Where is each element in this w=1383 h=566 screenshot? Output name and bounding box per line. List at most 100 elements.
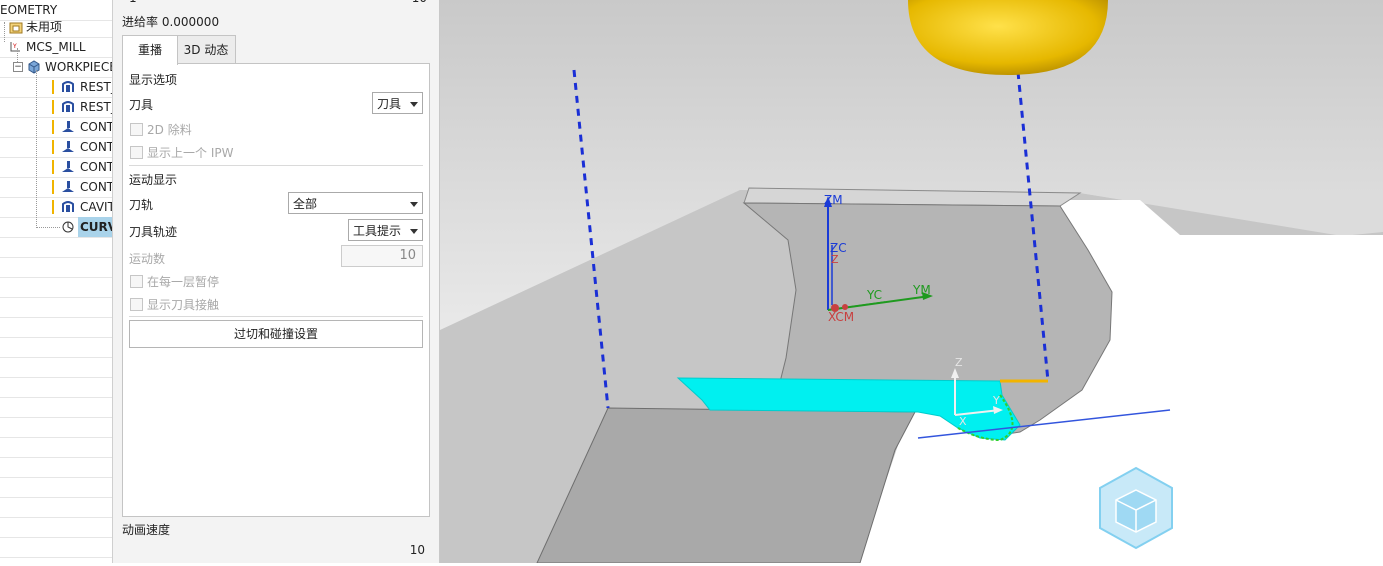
tree-item-label: REST_ — [80, 100, 112, 114]
tree-item-operation[interactable]: CONT — [0, 117, 112, 138]
rest-mill-icon — [61, 80, 75, 94]
zm-axis-label: ZM — [824, 193, 843, 207]
status-marker-icon — [52, 180, 54, 194]
tree-item-label: CONT — [80, 180, 113, 194]
pause-each-layer-checkbox[interactable] — [130, 275, 143, 288]
chevron-down-icon — [410, 202, 418, 207]
tree-empty-row — [0, 297, 112, 318]
tree-item-label: CONT — [80, 140, 113, 154]
tab-label: 重播 — [137, 43, 162, 57]
motion-count-field[interactable]: 10 — [341, 245, 423, 267]
yc-axis-label: YC — [866, 288, 882, 302]
tree-empty-row — [0, 277, 112, 298]
field-value: 10 — [399, 248, 416, 263]
show-prev-ipw-label: 显示上一个 IPW — [147, 146, 234, 160]
xcm-axis-label: XCM — [828, 310, 854, 324]
tool-x-label: X — [959, 415, 967, 428]
tree-empty-row — [0, 257, 112, 278]
viewport-canvas: ZM ZC Z YC YM XCM Z Y X — [440, 0, 1383, 564]
tree-empty-row — [0, 337, 112, 358]
select-value: 刀具 — [377, 97, 402, 111]
status-marker-icon — [52, 200, 54, 214]
overcut-collision-settings-button[interactable]: 过切和碰撞设置 — [129, 320, 423, 348]
tree-connector — [17, 48, 18, 62]
slider-min-label: 1 — [129, 0, 137, 5]
tree-item-label: CURV — [78, 217, 112, 237]
tool-y-label: Y — [992, 394, 1000, 407]
path-label: 刀轨 — [129, 198, 154, 212]
tab-3d-dynamic[interactable]: 3D 动态 — [176, 35, 236, 64]
tree-item-operation[interactable]: CONT — [0, 177, 112, 198]
chevron-down-icon — [410, 229, 418, 234]
slider-max-label: 10 — [412, 0, 427, 5]
cavity-mill-icon — [61, 200, 75, 214]
tree-empty-row — [0, 517, 112, 538]
remove-2d-label: 2D 除料 — [147, 123, 192, 137]
show-prev-ipw-checkbox[interactable] — [130, 146, 143, 159]
motion-display-heading: 运动显示 — [129, 173, 178, 187]
display-options-heading: 显示选项 — [129, 73, 178, 87]
status-marker-icon — [52, 160, 54, 174]
tree-empty-row — [0, 377, 112, 398]
tab-replay[interactable]: 重播 — [122, 35, 178, 65]
workpiece-icon — [27, 60, 41, 74]
ym-axis-label: YM — [912, 283, 931, 297]
status-marker-icon — [52, 140, 54, 154]
toolpath-visualization-dialog: 1 10 进给率 0.000000 重播 3D 动态 显示选项 刀具 刀具 2D… — [113, 0, 440, 563]
tree-item-operation[interactable]: REST_ — [0, 77, 112, 98]
graphics-viewport[interactable]: ZM ZC Z YC YM XCM Z Y X — [440, 0, 1383, 564]
tree-connector — [36, 227, 60, 228]
feed-rate-readout: 进给率 0.000000 — [122, 15, 220, 29]
curve-mill-icon — [61, 220, 75, 234]
tool-track-label: 刀具轨迹 — [129, 225, 178, 239]
tree-item-operation[interactable]: CAVIT — [0, 197, 112, 218]
coordinate-system-icon: Y — [8, 40, 22, 54]
tree-empty-row — [0, 237, 112, 258]
tree-item-unused[interactable]: 未用项 — [0, 17, 112, 38]
status-marker-icon — [52, 120, 54, 134]
show-tool-contact-label: 显示刀具接触 — [147, 298, 220, 312]
tree-item-label: REST_ — [80, 80, 112, 94]
collapse-icon[interactable]: − — [13, 62, 23, 72]
tool-track-select[interactable]: 工具提示 — [348, 219, 423, 241]
tree-empty-row — [0, 537, 112, 558]
tree-item-operation[interactable]: CONT — [0, 157, 112, 178]
z-axis-label: Z — [831, 253, 839, 266]
tree-empty-row — [0, 457, 112, 478]
tree-empty-row — [0, 477, 112, 498]
contour-mill-icon — [61, 180, 75, 194]
folder-icon — [9, 20, 23, 34]
contour-mill-icon — [61, 140, 75, 154]
status-marker-icon — [52, 100, 54, 114]
tree-item-operation[interactable]: CONT — [0, 137, 112, 158]
tool-z-label: Z — [955, 356, 963, 369]
tree-empty-row — [0, 357, 112, 378]
chevron-down-icon — [410, 102, 418, 107]
tree-item-label: 未用项 — [26, 20, 63, 34]
divider — [129, 316, 423, 317]
tree-empty-row — [0, 317, 112, 338]
tree-item-label: CONT — [80, 160, 113, 174]
animation-speed-value: 10 — [409, 543, 425, 557]
tree-item-label: CAVIT — [80, 200, 113, 214]
tree-empty-row — [0, 497, 112, 518]
show-tool-contact-checkbox[interactable] — [130, 298, 143, 311]
tree-empty-row — [0, 437, 112, 458]
tree-item-operation[interactable]: REST_ — [0, 97, 112, 118]
tree-empty-row — [0, 397, 112, 418]
motion-count-label: 运动数 — [129, 252, 166, 266]
select-value: 工具提示 — [353, 224, 402, 238]
remove-2d-checkbox[interactable] — [130, 123, 143, 136]
animation-speed-label: 动画速度 — [122, 523, 171, 537]
path-display-select[interactable]: 全部 — [288, 192, 423, 214]
pause-each-layer-label: 在每一层暂停 — [147, 275, 220, 289]
status-marker-icon — [52, 80, 54, 94]
tree-item-label: CONT — [80, 120, 113, 134]
rest-mill-icon — [61, 100, 75, 114]
tool-display-select[interactable]: 刀具 — [372, 92, 423, 114]
tree-item-label: MCS_MILL — [26, 40, 86, 54]
select-value: 全部 — [293, 197, 318, 211]
tab-label: 3D 动态 — [183, 43, 229, 57]
divider — [129, 165, 423, 166]
tool-label: 刀具 — [129, 98, 154, 112]
